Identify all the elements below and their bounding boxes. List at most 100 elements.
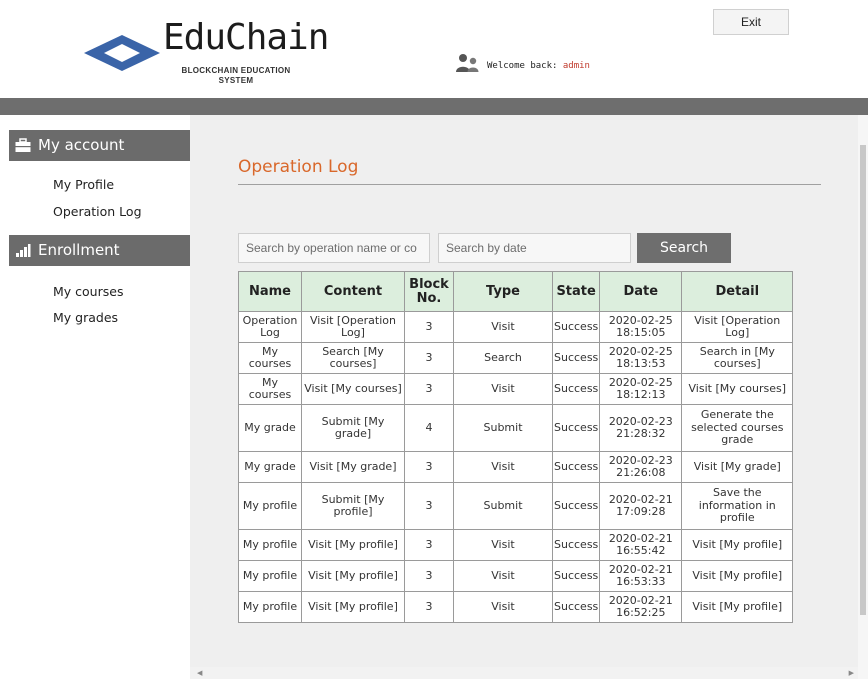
- sidebar-item-my-courses[interactable]: My courses: [53, 284, 123, 299]
- cell-content: Visit [My grade]: [301, 451, 405, 483]
- search-operation-input[interactable]: [238, 233, 430, 263]
- column-header-type: Type: [453, 271, 553, 312]
- main-content: Operation Log Search Name Content Block …: [190, 115, 868, 679]
- sidebar-item-my-grades[interactable]: My grades: [53, 310, 118, 325]
- briefcase-icon: [15, 138, 31, 152]
- cell-name: My profile: [238, 482, 302, 530]
- brand-subtitle-line2: SYSTEM: [218, 76, 254, 85]
- column-header-name: Name: [238, 271, 302, 312]
- cell-date: 2020-02-23 21:28:32: [599, 404, 683, 452]
- cell-detail: Visit [My profile]: [681, 591, 794, 623]
- cell-detail: Visit [My profile]: [681, 560, 794, 592]
- cell-date: 2020-02-21 16:55:42: [599, 529, 683, 561]
- horizontal-scrollbar[interactable]: ◀ ▶: [190, 667, 858, 679]
- sidebar-section-my-account[interactable]: My account: [9, 130, 190, 161]
- column-header-state: State: [551, 271, 601, 312]
- cell-type: Visit: [453, 591, 553, 623]
- column-header-content: Content: [301, 271, 405, 312]
- username: admin: [562, 61, 590, 71]
- cell-state: Success: [551, 373, 601, 405]
- column-header-detail: Detail: [681, 271, 794, 312]
- cell-date: 2020-02-21 16:53:33: [599, 560, 683, 592]
- cell-block-no: 3: [404, 529, 454, 561]
- table-header-row: Name Content Block No. Type State Date D…: [238, 271, 794, 312]
- cell-detail: Visit [My grade]: [681, 451, 794, 483]
- table-row: My courses Visit [My courses] 3 Visit Succes…: [238, 373, 794, 405]
- cell-state: Success: [551, 529, 601, 561]
- cell-content: Submit [My profile]: [301, 482, 405, 530]
- cell-type: Visit: [453, 451, 553, 483]
- vertical-scrollbar-thumb[interactable]: [860, 145, 866, 615]
- cell-state: Success: [551, 451, 601, 483]
- search-date-input[interactable]: [438, 233, 631, 263]
- cell-state: Success: [551, 404, 601, 452]
- cell-block-no: 3: [404, 451, 454, 483]
- cell-content: Visit [My courses]: [301, 373, 405, 405]
- cell-content: Visit [My profile]: [301, 560, 405, 592]
- cell-content: Visit [My profile]: [301, 529, 405, 561]
- cell-date: 2020-02-21 16:52:25: [599, 591, 683, 623]
- cell-block-no: 3: [404, 373, 454, 405]
- cell-type: Search: [453, 342, 553, 374]
- cell-type: Submit: [453, 404, 553, 452]
- sidebar-item-operation-log[interactable]: Operation Log: [53, 204, 142, 219]
- vertical-scrollbar[interactable]: [858, 115, 868, 679]
- sidebar-section-label: My account: [38, 136, 125, 154]
- brand-subtitle: BLOCKCHAIN EDUCATION SYSTEM: [166, 66, 306, 86]
- users-icon: [456, 54, 479, 72]
- brand-title: EduChain: [163, 17, 329, 58]
- cell-content: Search [My courses]: [301, 342, 405, 374]
- cell-content: Visit [Operation Log]: [301, 311, 405, 343]
- cell-detail: Visit [My profile]: [681, 529, 794, 561]
- cell-block-no: 3: [404, 560, 454, 592]
- cell-type: Visit: [453, 373, 553, 405]
- sidebar-section-label: Enrollment: [38, 241, 120, 259]
- exit-button[interactable]: Exit: [713, 9, 789, 35]
- cell-name: My grade: [238, 451, 302, 483]
- header-divider-bar: [0, 98, 868, 115]
- scroll-right-icon[interactable]: ▶: [849, 669, 854, 677]
- cell-detail: Visit [Operation Log]: [681, 311, 794, 343]
- cell-name: My courses: [238, 342, 302, 374]
- table-row: My profile Visit [My profile] 3 Visit Succes…: [238, 560, 794, 592]
- cell-content: Visit [My profile]: [301, 591, 405, 623]
- cell-date: 2020-02-23 21:26:08: [599, 451, 683, 483]
- cell-content: Submit [My grade]: [301, 404, 405, 452]
- cell-detail: Generate the selected courses grade: [681, 404, 794, 452]
- title-divider: [238, 184, 821, 185]
- educhain-logo: [84, 35, 160, 71]
- cell-block-no: 3: [404, 591, 454, 623]
- cell-date: 2020-02-21 17:09:28: [599, 482, 683, 530]
- cell-name: My profile: [238, 560, 302, 592]
- operation-log-table: Name Content Block No. Type State Date D…: [238, 271, 794, 623]
- welcome-message: Welcome back: admin: [487, 60, 590, 72]
- cell-state: Success: [551, 342, 601, 374]
- cell-type: Submit: [453, 482, 553, 530]
- table-body: Operation Log Visit [Operation Log] 3 Visit…: [238, 311, 794, 623]
- table-row: My grade Visit [My grade] 3 Visit Success 202…: [238, 451, 794, 483]
- welcome-label: Welcome back:: [487, 61, 563, 71]
- cell-type: Visit: [453, 311, 553, 343]
- cell-name: My courses: [238, 373, 302, 405]
- cell-name: My grade: [238, 404, 302, 452]
- cell-name: Operation Log: [238, 311, 302, 343]
- table-row: My profile Visit [My profile] 3 Visit Succes…: [238, 591, 794, 623]
- table-row: My profile Submit [My profile] 3 Submit Succ…: [238, 482, 794, 530]
- search-button[interactable]: Search: [637, 233, 731, 263]
- brand-subtitle-line1: BLOCKCHAIN EDUCATION: [181, 66, 291, 75]
- table-row: My courses Search [My courses] 3 Search Succ…: [238, 342, 794, 374]
- cell-state: Success: [551, 311, 601, 343]
- cell-block-no: 4: [404, 404, 454, 452]
- cell-date: 2020-02-25 18:13:53: [599, 342, 683, 374]
- sidebar-item-my-profile[interactable]: My Profile: [53, 177, 114, 192]
- cell-state: Success: [551, 591, 601, 623]
- table-row: My profile Visit [My profile] 3 Visit Succes…: [238, 529, 794, 561]
- cell-name: My profile: [238, 529, 302, 561]
- cell-block-no: 3: [404, 342, 454, 374]
- cell-date: 2020-02-25 18:15:05: [599, 311, 683, 343]
- sidebar-section-enrollment[interactable]: Enrollment: [9, 235, 190, 266]
- cell-state: Success: [551, 560, 601, 592]
- page-title: Operation Log: [238, 157, 359, 177]
- scroll-left-icon[interactable]: ◀: [197, 669, 202, 677]
- cell-detail: Save the information in profile: [681, 482, 794, 530]
